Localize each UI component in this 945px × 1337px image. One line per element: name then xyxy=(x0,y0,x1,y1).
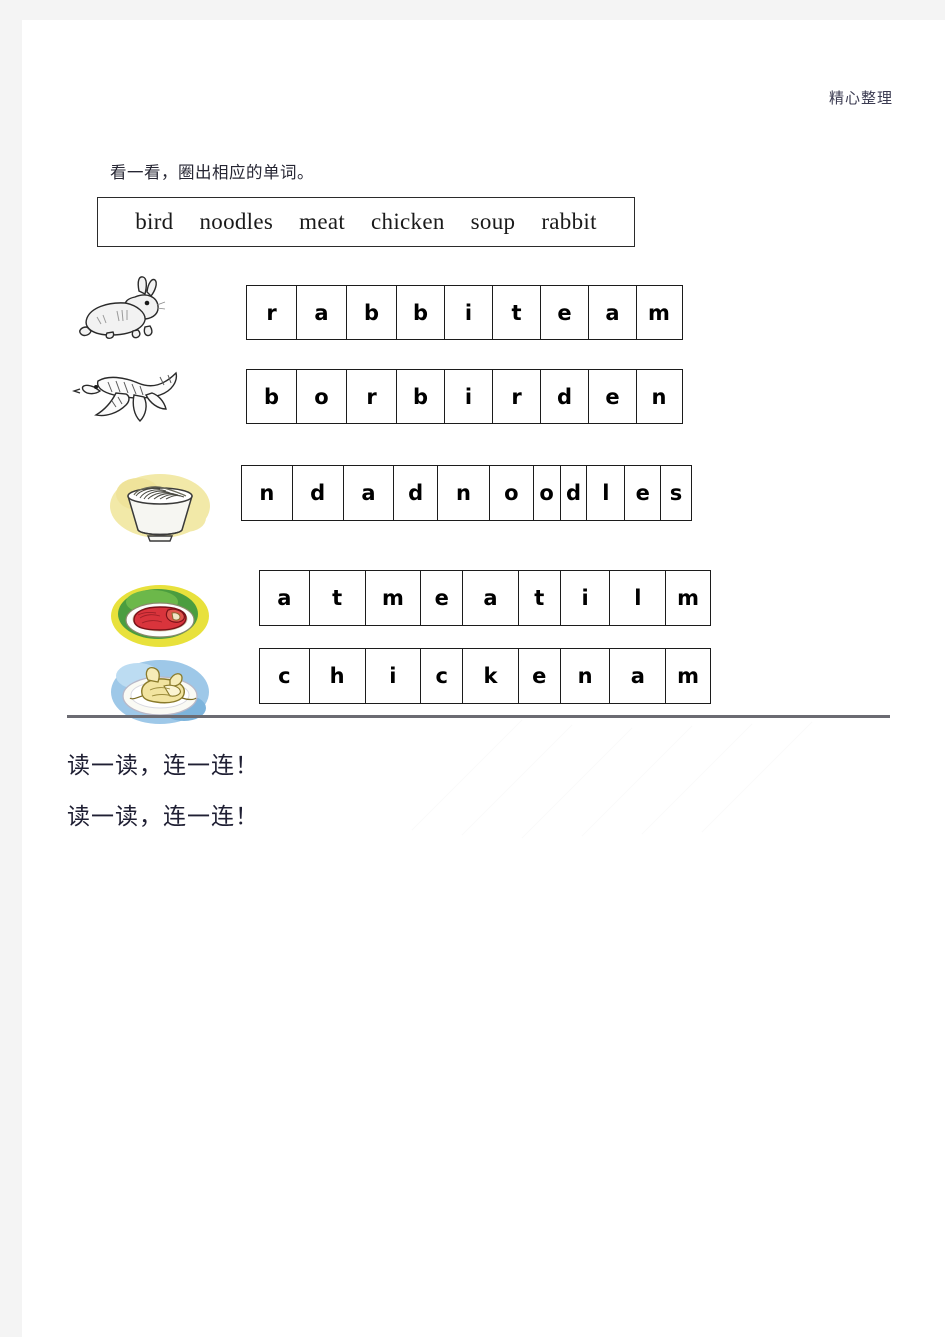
worksheet-page: 精心整理 看一看，圈出相应的单词。 bird noodles meat chic… xyxy=(22,20,945,1337)
letter-cell[interactable]: o xyxy=(534,466,561,520)
prompt-line-1: 读一读，连一连！ xyxy=(67,753,259,778)
meat-picture xyxy=(108,580,212,652)
letter-cell[interactable]: d xyxy=(394,466,439,520)
word-bank-list: bird noodles meat chicken soup rabbit xyxy=(135,209,597,235)
letter-cell[interactable]: k xyxy=(463,649,519,703)
instruction-text: 看一看，圈出相应的单词。 xyxy=(110,163,314,182)
word-bank-word: soup xyxy=(470,209,516,234)
letter-cell[interactable]: d xyxy=(561,466,588,520)
letter-cell[interactable]: o xyxy=(297,370,347,423)
prompt-line-2: 读一读，连一连！ xyxy=(67,804,259,829)
letter-cell[interactable]: d xyxy=(541,370,589,423)
letter-cell[interactable]: a xyxy=(344,466,395,520)
word-bank-word: rabbit xyxy=(541,209,597,234)
letter-cell[interactable]: e xyxy=(625,466,662,520)
letter-cell[interactable]: b xyxy=(397,370,445,423)
letter-cell[interactable]: a xyxy=(463,571,519,625)
letter-cell[interactable]: a xyxy=(297,286,347,339)
word-bank-word: chicken xyxy=(371,209,445,234)
letter-cell[interactable]: o xyxy=(490,466,534,520)
header-note: 精心整理 xyxy=(828,89,893,107)
letter-cell[interactable]: d xyxy=(293,466,344,520)
letter-strip-meat[interactable]: a t m e a t i l m xyxy=(259,570,711,626)
letter-cell[interactable]: n xyxy=(637,370,681,423)
letter-cell[interactable]: a xyxy=(610,649,667,703)
letter-cell[interactable]: m xyxy=(666,571,710,625)
letter-cell[interactable]: a xyxy=(260,571,310,625)
letter-cell[interactable]: n xyxy=(438,466,490,520)
letter-cell[interactable]: b xyxy=(347,286,397,339)
letter-cell[interactable]: c xyxy=(421,649,464,703)
letter-strip-rabbit[interactable]: r a b b i t e a m xyxy=(246,285,683,340)
word-bank-word: meat xyxy=(299,209,346,234)
letter-strip-noodles[interactable]: n d a d n o o d l e s xyxy=(241,465,692,521)
letter-cell[interactable]: m xyxy=(366,571,422,625)
bird-picture xyxy=(72,363,184,429)
letter-cell[interactable]: t xyxy=(493,286,541,339)
letter-cell[interactable]: r xyxy=(347,370,397,423)
noodles-picture xyxy=(108,472,212,544)
watermark-texture xyxy=(411,719,813,839)
letter-cell[interactable]: r xyxy=(247,286,297,339)
letter-cell[interactable]: e xyxy=(421,571,464,625)
letter-cell[interactable]: e xyxy=(589,370,637,423)
letter-strip-chicken[interactable]: c h i c k e n a m xyxy=(259,648,711,704)
letter-cell[interactable]: a xyxy=(589,286,637,339)
letter-cell[interactable]: i xyxy=(561,571,611,625)
letter-cell[interactable]: t xyxy=(519,571,561,625)
letter-cell[interactable]: i xyxy=(445,286,493,339)
letter-strip-bird[interactable]: b o r b i r d e n xyxy=(246,369,683,424)
word-bank-word: bird xyxy=(135,209,174,234)
letter-cell[interactable]: i xyxy=(445,370,493,423)
letter-cell[interactable]: h xyxy=(310,649,366,703)
word-bank-word: noodles xyxy=(199,209,274,234)
section-divider xyxy=(67,715,890,718)
letter-cell[interactable]: c xyxy=(260,649,310,703)
letter-cell[interactable]: n xyxy=(242,466,293,520)
letter-cell[interactable]: b xyxy=(247,370,297,423)
letter-cell[interactable]: b xyxy=(397,286,445,339)
letter-cell[interactable]: r xyxy=(493,370,541,423)
letter-cell[interactable]: m xyxy=(666,649,710,703)
letter-cell[interactable]: e xyxy=(541,286,589,339)
letter-cell[interactable]: n xyxy=(561,649,611,703)
letter-cell[interactable]: t xyxy=(310,571,366,625)
letter-cell[interactable]: s xyxy=(661,466,691,520)
letter-cell[interactable]: e xyxy=(519,649,561,703)
word-bank-box: bird noodles meat chicken soup rabbit xyxy=(97,197,635,247)
rabbit-picture xyxy=(77,275,182,343)
letter-cell[interactable]: l xyxy=(587,466,626,520)
letter-cell[interactable]: i xyxy=(366,649,422,703)
letter-cell[interactable]: l xyxy=(610,571,667,625)
letter-cell[interactable]: m xyxy=(637,286,681,339)
